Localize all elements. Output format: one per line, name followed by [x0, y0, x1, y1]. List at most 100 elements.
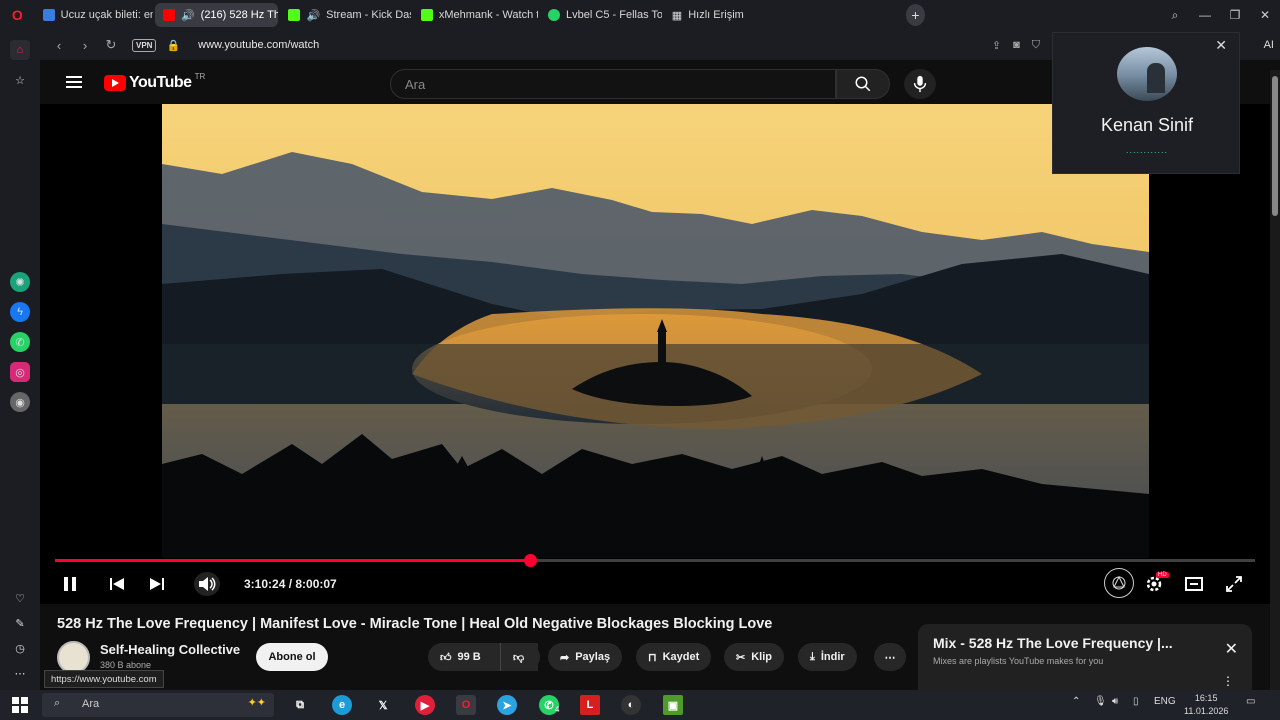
- windows-start-icon[interactable]: [12, 697, 28, 718]
- whatsapp-icon[interactable]: ✆: [10, 332, 30, 352]
- share-page-icon[interactable]: ⇪: [992, 39, 1001, 52]
- volume-button[interactable]: [194, 572, 220, 596]
- more-icon[interactable]: ⋯: [10, 663, 30, 683]
- theater-mode-button[interactable]: [1182, 572, 1206, 596]
- more-actions-button[interactable]: ⋯: [874, 643, 906, 671]
- menu-icon[interactable]: [66, 76, 82, 88]
- heart-icon[interactable]: ♡: [10, 588, 30, 608]
- profile-name: Kenan Sinif: [1100, 115, 1194, 135]
- download-button[interactable]: ⤓ İndir: [798, 643, 857, 671]
- next-button[interactable]: [145, 572, 169, 596]
- opera-logo-icon[interactable]: O: [0, 0, 35, 30]
- tab-youtube[interactable]: 🔊 (216) 528 Hz The Love: [154, 3, 279, 27]
- volume-tray-icon[interactable]: 🔊︎: [1112, 696, 1118, 707]
- close-icon[interactable]: ✕: [1225, 639, 1238, 659]
- tab-kick-watch[interactable]: xMehmank - Watch the V: [413, 3, 538, 27]
- tab-kick-stream[interactable]: 🔊 Stream - Kick Dashboa: [280, 3, 411, 27]
- microphone-tray-icon[interactable]: 🎙︎: [1094, 696, 1107, 707]
- whatsapp-favicon-icon: [548, 9, 561, 21]
- youtube-logo[interactable]: YouTube TR: [104, 72, 205, 92]
- shield-icon[interactable]: ⛉: [1032, 39, 1040, 52]
- mix-menu-icon[interactable]: ⋮: [1222, 674, 1234, 688]
- search-icon: [855, 76, 871, 92]
- tray-chevron-icon[interactable]: ⌃: [1072, 696, 1080, 707]
- battery-tray-icon[interactable]: ▯: [1133, 696, 1139, 707]
- app-ball-icon[interactable]: ◐: [621, 695, 641, 715]
- settings-button[interactable]: HD: [1142, 572, 1169, 596]
- youtube-favicon-icon: [162, 9, 175, 21]
- tab-whatsapp[interactable]: Lvbel C5 - Fellas Tour Sam: [540, 3, 662, 27]
- kick-favicon-icon: [288, 9, 301, 21]
- maximize-icon[interactable]: ❐: [1220, 8, 1250, 23]
- edit-icon[interactable]: ✎: [10, 613, 30, 633]
- telegram-icon[interactable]: ➤: [497, 695, 517, 715]
- pause-button[interactable]: [58, 572, 82, 596]
- minimize-icon[interactable]: —: [1190, 8, 1220, 23]
- speaker-icon[interactable]: 🔊: [181, 9, 195, 22]
- mix-title[interactable]: Mix - 528 Hz The Love Frequency |...: [933, 635, 1173, 651]
- app-l-icon[interactable]: L: [580, 695, 600, 715]
- scrollbar-thumb[interactable]: [1272, 76, 1278, 216]
- youtube-play-icon: [104, 75, 126, 91]
- sparkle-icon: ✦✦: [247, 697, 266, 709]
- new-tab-button[interactable]: +: [905, 4, 925, 26]
- speed-dial-icon[interactable]: ☆: [10, 70, 30, 90]
- task-view-icon[interactable]: ⧉: [290, 695, 310, 715]
- taskbar-search-label: Ara: [82, 698, 100, 710]
- messenger-icon[interactable]: ϟ: [10, 302, 30, 322]
- search-tabs-icon[interactable]: ⌕: [1160, 8, 1190, 23]
- back-icon[interactable]: ‹: [46, 38, 72, 53]
- taskbar-clock[interactable]: 16:15 11.01.2026: [1184, 692, 1228, 718]
- chatgpt-icon[interactable]: ✺: [10, 272, 30, 292]
- vpn-badge[interactable]: VPN: [132, 38, 157, 52]
- search-input[interactable]: Ara: [390, 69, 836, 99]
- share-button[interactable]: ➦ Paylaş: [548, 643, 623, 671]
- mix-playlist-panel: Mix - 528 Hz The Love Frequency |... Mix…: [918, 624, 1252, 690]
- x-icon[interactable]: 𝕏: [373, 695, 393, 715]
- home-icon[interactable]: ⌂: [10, 40, 30, 60]
- forward-icon[interactable]: ›: [72, 38, 98, 53]
- reload-icon[interactable]: ↻: [98, 37, 124, 53]
- lock-icon[interactable]: 🔒: [166, 39, 180, 52]
- notification-icon[interactable]: ▭: [1246, 696, 1255, 707]
- search-button[interactable]: [836, 69, 890, 99]
- camera-icon[interactable]: ◙: [1013, 39, 1020, 52]
- tab-speed-dial[interactable]: ▦ Hızlı Erişim: [664, 3, 796, 27]
- subscribe-button[interactable]: Abone ol: [256, 643, 328, 671]
- history-icon[interactable]: ◷: [10, 638, 30, 658]
- fullscreen-button[interactable]: [1222, 572, 1246, 596]
- taskbar-search[interactable]: ⌕ Ara ✦✦: [42, 693, 274, 717]
- progress-bar[interactable]: [55, 554, 1255, 567]
- video-title: 528 Hz The Love Frequency | Manifest Lov…: [57, 616, 773, 632]
- url-field[interactable]: www.youtube.com/watch: [198, 39, 319, 51]
- clip-button[interactable]: ✂ Klip: [724, 643, 784, 671]
- grid-icon: ▦: [671, 9, 683, 22]
- progress-fill: [55, 559, 531, 562]
- ai-button[interactable]: AI: [1264, 39, 1274, 51]
- minecraft-icon[interactable]: ▣: [663, 695, 683, 715]
- lotus-icon: [1112, 575, 1126, 590]
- tab-flights[interactable]: Ucuz uçak bileti: en uygun: [35, 3, 153, 27]
- dislike-button[interactable]: 👎︎: [500, 643, 540, 671]
- close-window-icon[interactable]: ✕: [1250, 8, 1280, 23]
- close-popup-icon[interactable]: ✕: [1215, 37, 1227, 54]
- opera-icon[interactable]: O: [456, 695, 476, 715]
- language-indicator[interactable]: ENG: [1154, 696, 1176, 707]
- windows-taskbar: ⌕ Ara ✦✦ ⧉ e 𝕏 ▶ O ➤ ✆ 4 L ◐ ▣ ⌃ 🎙︎ 🔊︎ ▯…: [0, 690, 1280, 720]
- edge-icon[interactable]: e: [332, 695, 352, 715]
- channel-watermark-button[interactable]: [1104, 568, 1134, 598]
- profile-popup: ✕ Kenan Sinif ............: [1052, 32, 1240, 174]
- previous-button[interactable]: [105, 572, 129, 596]
- flights-favicon-icon: [42, 9, 55, 21]
- instagram-icon[interactable]: ◎: [10, 362, 30, 382]
- speaker-icon[interactable]: 🔊: [306, 9, 320, 22]
- youtube-music-icon[interactable]: ▶: [415, 695, 435, 715]
- channel-name[interactable]: Self-Healing Collective: [100, 642, 240, 657]
- opera-sidebar: ⌂ ☆ ✺ ϟ ✆ ◎ ◉ ♡ ✎ ◷ ⋯: [0, 30, 40, 690]
- video-frame[interactable]: [162, 104, 1149, 558]
- save-button[interactable]: ⊓ Kaydet: [636, 643, 712, 671]
- clock-date: 11.01.2026: [1184, 706, 1229, 716]
- page-scrollbar[interactable]: [1270, 70, 1280, 690]
- player-icon[interactable]: ◉: [10, 392, 30, 412]
- voice-search-button[interactable]: [904, 69, 936, 99]
